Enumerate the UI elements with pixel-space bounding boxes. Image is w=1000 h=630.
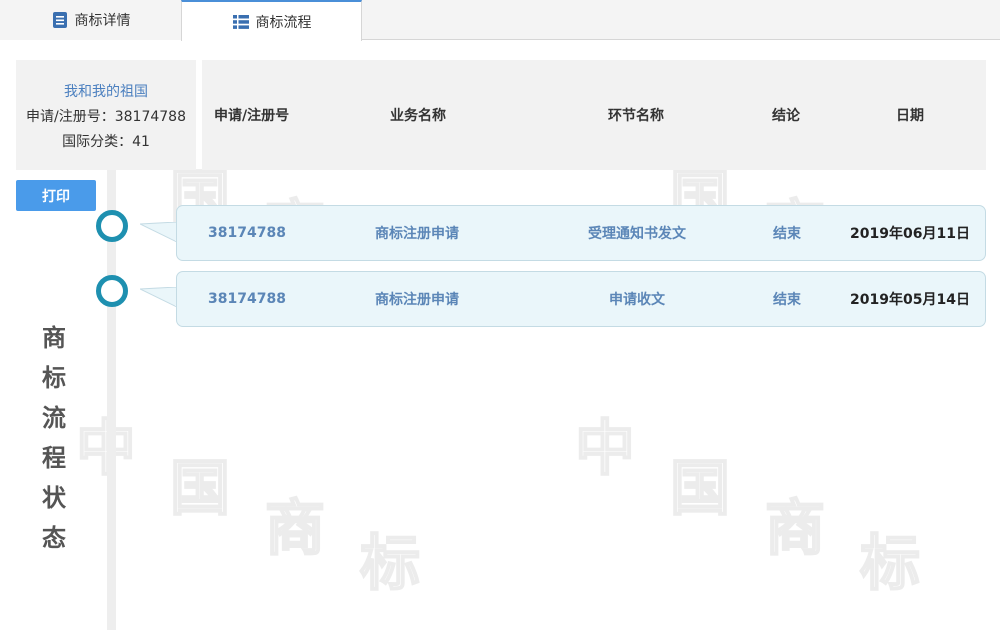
trademark-flow-status-label: 商 标 流 程 状 态 — [36, 318, 72, 558]
tab-trademark-details[interactable]: 商标详情 — [0, 0, 181, 40]
row-result: 结束 — [773, 226, 801, 242]
row-registration-number: 38174788 — [208, 225, 286, 241]
tab-label: 商标详情 — [74, 13, 131, 29]
watermark-char: 国 — [169, 453, 231, 525]
row-step-name: 申请收文 — [609, 292, 665, 308]
tab-trademark-flow[interactable]: 商标流程 — [181, 0, 362, 41]
watermark-char: 中 — [574, 413, 636, 485]
document-icon — [52, 12, 67, 28]
row-date: 2019年05月14日 — [850, 292, 970, 308]
card-pointer — [140, 287, 177, 307]
header-registration-number: 申请/注册号 — [214, 108, 290, 124]
trademark-name: 我和我的祖国 — [64, 84, 148, 100]
watermark-char: 中 — [75, 413, 137, 485]
label-char: 程 — [42, 444, 66, 472]
row-business-name: 商标注册申请 — [375, 226, 459, 242]
watermark-char: 标 — [859, 528, 921, 600]
watermark-char: 商 — [264, 493, 326, 565]
label-char: 状 — [42, 484, 66, 512]
label-char: 流 — [42, 404, 66, 432]
registration-number: 申请/注册号：38174788 — [26, 109, 186, 125]
row-result: 结束 — [773, 292, 801, 308]
row-business-name: 商标注册申请 — [375, 292, 459, 308]
table-row[interactable]: 38174788 商标注册申请 申请收文 结束 2019年05月14日 — [176, 271, 986, 327]
label-char: 标 — [42, 364, 66, 392]
row-date: 2019年06月11日 — [850, 226, 970, 242]
print-button[interactable]: 打印 — [16, 180, 96, 211]
table-row[interactable]: 38174788 商标注册申请 受理通知书发文 结束 2019年06月11日 — [176, 205, 986, 261]
card-pointer — [140, 222, 177, 242]
watermark-char: 国 — [669, 453, 731, 525]
watermark-char: 标 — [359, 528, 421, 600]
trademark-info-box: 我和我的祖国 申请/注册号：38174788 国际分类：41 — [16, 60, 196, 170]
header-step-name: 环节名称 — [608, 108, 664, 124]
timeline-node — [96, 275, 128, 307]
table-header: 申请/注册号 业务名称 环节名称 结论 日期 — [202, 60, 986, 170]
tab-bar: 商标详情 商标流程 — [0, 0, 1000, 41]
watermark-char: 商 — [764, 493, 826, 565]
row-registration-number: 38174788 — [208, 291, 286, 307]
header-date: 日期 — [896, 108, 924, 124]
label-char: 态 — [42, 524, 66, 552]
timeline-node — [96, 210, 128, 242]
row-step-name: 受理通知书发文 — [588, 226, 686, 242]
international-class: 国际分类：41 — [62, 134, 150, 150]
list-icon — [232, 14, 249, 29]
header-business-name: 业务名称 — [390, 108, 446, 124]
label-char: 商 — [42, 324, 66, 352]
tab-label: 商标流程 — [255, 14, 312, 31]
header-result: 结论 — [772, 108, 800, 124]
